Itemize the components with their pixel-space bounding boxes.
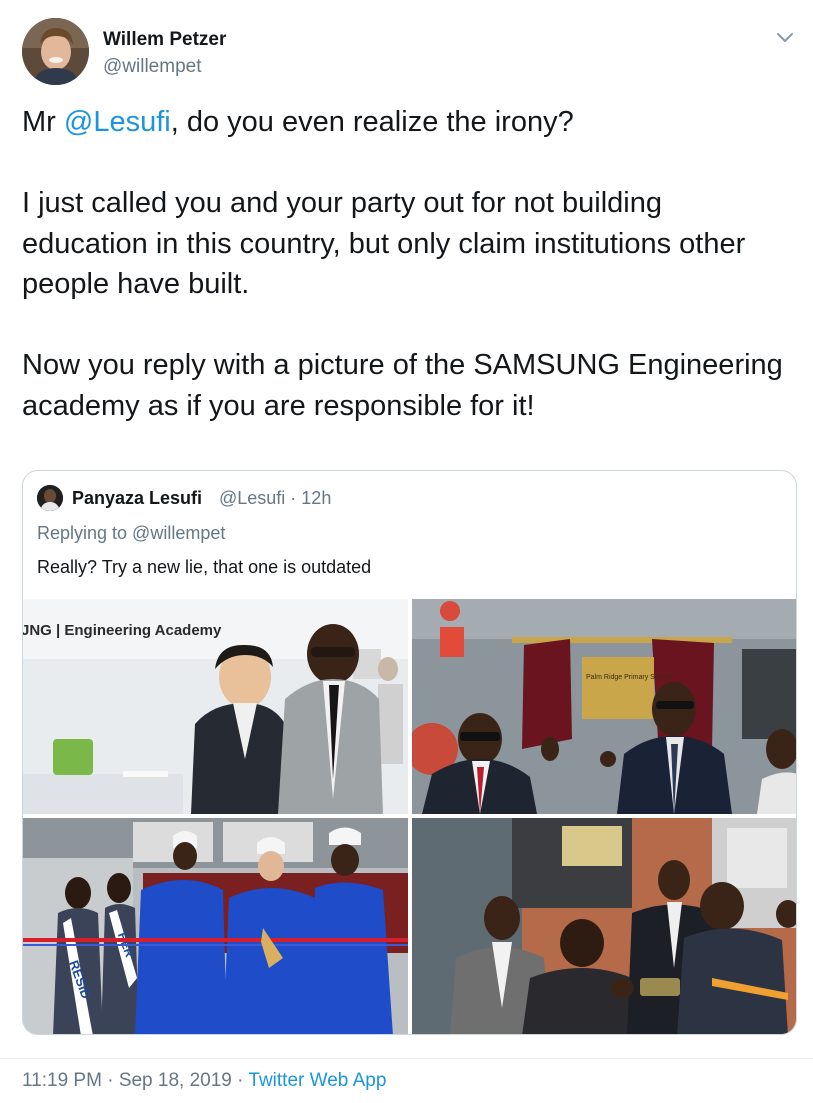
tweet-text-prefix: Mr	[22, 106, 64, 138]
tweet-header: Willem Petzer @willempet	[22, 18, 802, 88]
photo-engineering-academy[interactable]: JNG | Engineering Academy	[23, 599, 408, 814]
quoted-author-handle: @Lesufi · 12h	[219, 488, 332, 508]
chevron-down-icon[interactable]	[774, 26, 796, 48]
tweet-text: Mr @Lesufi, do you even realize the iron…	[22, 102, 792, 426]
tweet-time[interactable]: 11:19 PM	[22, 1070, 102, 1091]
footer-separator-2: ·	[231, 1070, 249, 1091]
tweet-footer: 11:19 PM · Sep 18, 2019 · Twitter Web Ap…	[22, 1070, 386, 1092]
tweet-source-link[interactable]: Twitter Web App	[248, 1070, 386, 1091]
quoted-tweet-header: Panyaza Lesufi @Lesufi · 12h	[37, 485, 777, 515]
tweet-card: Willem Petzer @willempet Mr @Lesufi, do …	[0, 0, 813, 1103]
quoted-author-name: Panyaza Lesufi	[72, 488, 203, 508]
quoted-tweet[interactable]: Panyaza Lesufi @Lesufi · 12h Replying to…	[22, 470, 797, 1035]
profile-photo-icon	[22, 18, 89, 85]
tweet-text-line1: , do you even realize the irony?	[170, 106, 574, 138]
photo-sign-text: JNG | Engineering Academy	[23, 622, 222, 639]
footer-separator: ·	[101, 1070, 119, 1091]
tweet-date[interactable]: Sep 18, 2019	[119, 1070, 232, 1091]
quoted-tweet-text: Really? Try a new lie, that one is outda…	[37, 557, 372, 577]
tweet-text-paragraph3: Now you reply with a picture of the SAMS…	[22, 349, 791, 422]
photo-ribbon-cutting[interactable]: RESID HER	[23, 818, 408, 1034]
quoted-profile-photo-icon	[37, 485, 63, 511]
photo-plaque-unveiling[interactable]: Palm Ridge Primary School	[412, 599, 796, 814]
photo-group-crowd[interactable]	[412, 818, 796, 1034]
mention-link[interactable]: @Lesufi	[64, 106, 171, 138]
tweet-text-paragraph2: I just called you and your party out for…	[22, 187, 754, 300]
replying-to: Replying to @willempet	[37, 523, 226, 543]
author-name[interactable]: Willem Petzer	[103, 29, 226, 51]
author-avatar[interactable]	[22, 18, 89, 85]
plaque-text: Palm Ridge Primary School	[586, 674, 672, 681]
quoted-author-avatar	[37, 485, 63, 511]
author-handle[interactable]: @willempet	[103, 56, 201, 78]
divider	[0, 1058, 813, 1059]
media-grid: JNG | Engineering Academy Palm Ridge Pri…	[23, 599, 796, 1034]
